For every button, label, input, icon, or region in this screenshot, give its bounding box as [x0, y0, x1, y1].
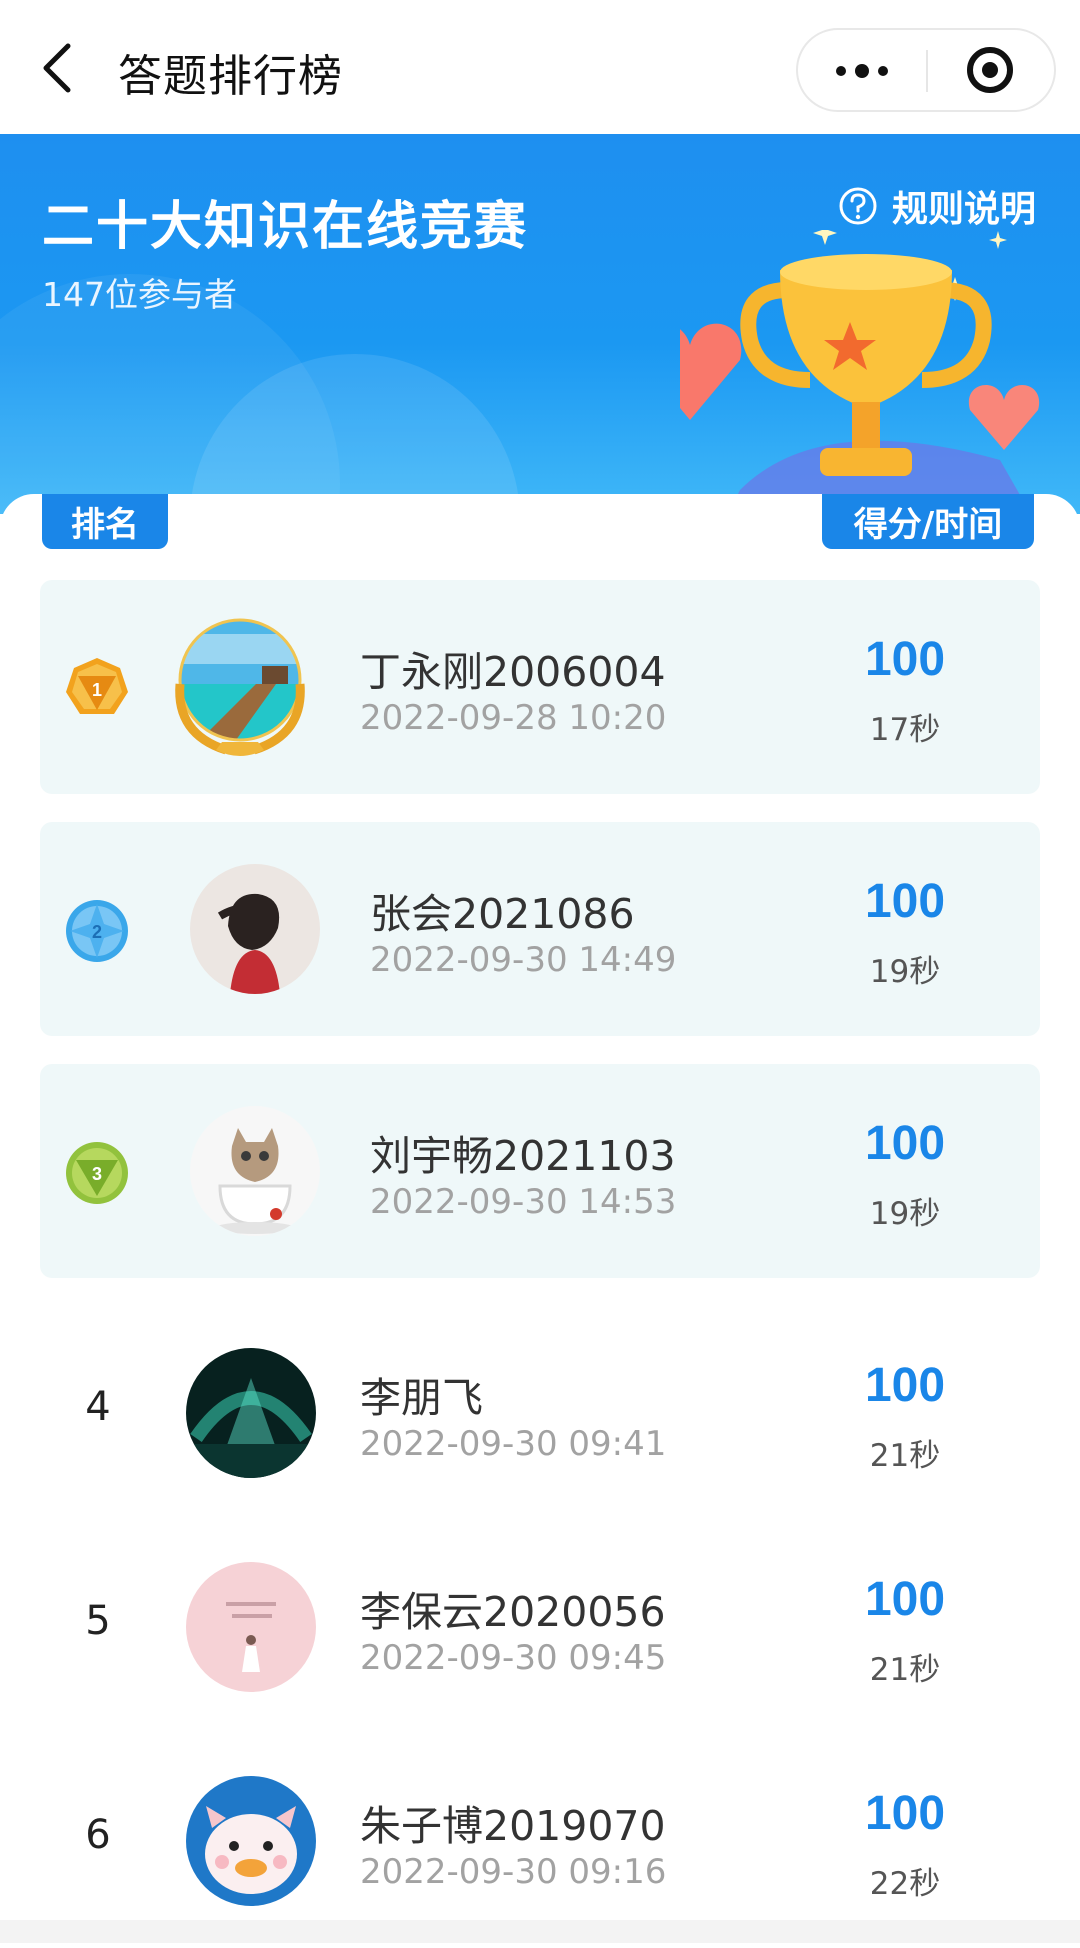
submit-time: 2022-09-30 09:16	[360, 1852, 667, 1892]
trophy-illustration	[680, 230, 1040, 514]
avatar	[186, 1562, 316, 1692]
score: 100	[864, 1117, 946, 1170]
user-name: 李朋飞	[360, 1374, 483, 1422]
submit-time: 2022-09-28 10:20	[360, 698, 667, 738]
score: 100	[864, 1573, 946, 1626]
user-name: 张会2021086	[370, 890, 635, 938]
user-name: 朱子博2019070	[360, 1802, 666, 1850]
gold-medal-icon: 1	[66, 658, 128, 714]
list-item[interactable]: 4 李朋飞 2022-09-30 09:41 100 21秒	[40, 1306, 1040, 1520]
duration: 22秒	[869, 1866, 941, 1902]
svg-text:2: 2	[92, 922, 102, 942]
submit-time: 2022-09-30 09:41	[360, 1424, 667, 1464]
score: 100	[864, 1787, 946, 1840]
page-title: 答题排行榜	[118, 51, 343, 102]
target-circle-icon	[967, 47, 1013, 93]
contest-title: 二十大知识在线竞赛	[42, 197, 529, 257]
rank-column-header: 排名	[42, 494, 168, 549]
user-name: 刘宇畅2021103	[370, 1132, 676, 1180]
duration: 21秒	[869, 1652, 941, 1688]
bronze-medal-icon: 3	[66, 1142, 128, 1204]
chevron-left-icon	[43, 43, 71, 93]
contest-banner: 二十大知识在线竞赛 147位参与者 规则说明	[0, 134, 1080, 514]
rules-button[interactable]: 规则说明	[838, 178, 1036, 234]
score: 100	[864, 875, 946, 928]
rank-number: 6	[85, 1812, 111, 1858]
list-item[interactable]: 3 刘宇畅2021103 2022-09-30 14:53 100 19秒	[40, 1064, 1040, 1278]
duration: 19秒	[869, 1196, 941, 1232]
duration: 21秒	[869, 1438, 941, 1474]
duration: 19秒	[869, 954, 941, 990]
avatar	[190, 1106, 320, 1236]
avatar	[166, 614, 314, 762]
submit-time: 2022-09-30 09:45	[360, 1638, 667, 1678]
more-button[interactable]	[798, 30, 926, 110]
avatar	[186, 1776, 316, 1906]
rules-label: 规则说明	[892, 189, 1037, 230]
avatar	[190, 864, 320, 994]
submit-time: 2022-09-30 14:49	[370, 940, 677, 980]
score-column-header: 得分/时间	[822, 494, 1034, 549]
rank-number: 4	[85, 1384, 111, 1430]
nav-bar: 答题排行榜	[0, 0, 1080, 134]
back-button[interactable]	[38, 42, 78, 94]
user-name: 丁永刚2006004	[360, 648, 666, 696]
duration: 17秒	[869, 712, 941, 748]
svg-text:3: 3	[92, 1164, 102, 1184]
leaderboard-panel: 排名 得分/时间 1 丁永刚2006004 2022-09-28 10:20 1…	[0, 494, 1080, 1943]
question-circle-icon	[839, 187, 877, 225]
silver-medal-icon: 2	[66, 900, 128, 962]
rank-number: 5	[85, 1598, 111, 1644]
close-miniapp-button[interactable]	[928, 30, 1056, 110]
list-item[interactable]: 2 张会2021086 2022-09-30 14:49 100 19秒	[40, 822, 1040, 1036]
user-name: 李保云2020056	[360, 1588, 666, 1636]
participant-count: 147位参与者	[42, 275, 237, 314]
bottom-edge	[0, 1920, 1080, 1943]
list-item[interactable]: 6 朱子博2019070 2022-09-30 09:16 100 22秒	[40, 1734, 1040, 1948]
score: 100	[864, 633, 946, 686]
svg-text:1: 1	[92, 680, 102, 700]
score: 100	[864, 1359, 946, 1412]
avatar	[186, 1348, 316, 1478]
list-item[interactable]: 5 李保云2020056 2022-09-30 09:45 100 21秒	[40, 1520, 1040, 1734]
miniapp-capsule	[796, 28, 1056, 112]
submit-time: 2022-09-30 14:53	[370, 1182, 677, 1222]
list-item[interactable]: 1 丁永刚2006004 2022-09-28 10:20 100 17秒	[40, 580, 1040, 794]
